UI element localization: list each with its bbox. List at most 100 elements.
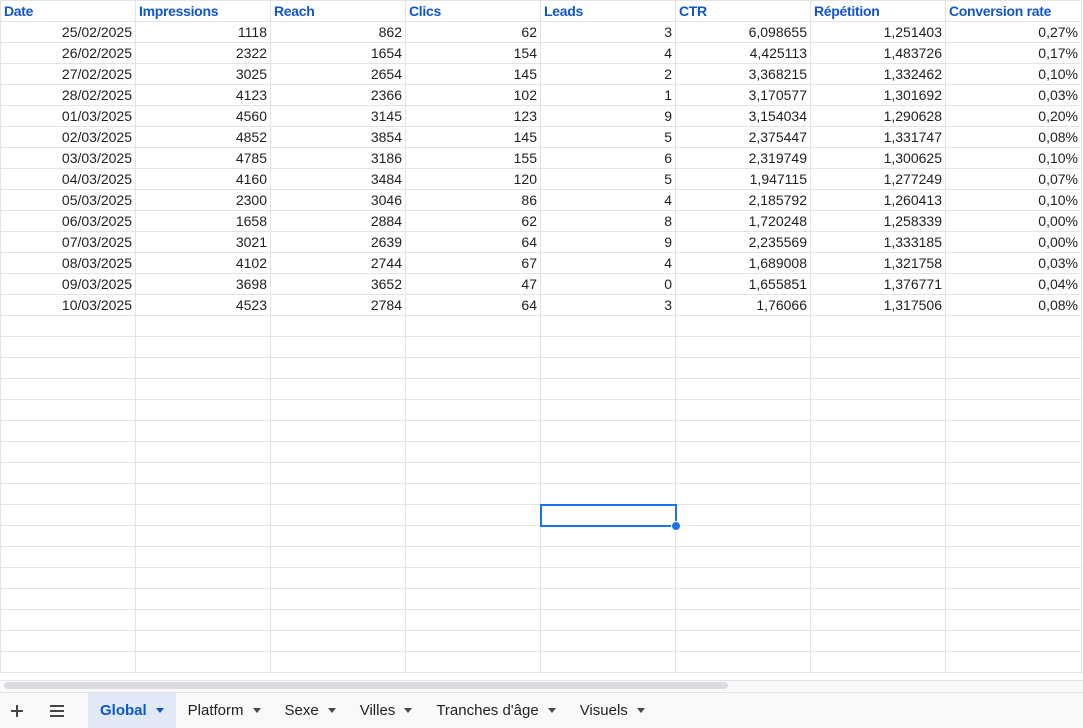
- table-cell[interactable]: [135, 504, 271, 526]
- sheet-tab[interactable]: Tranches d'âge: [424, 693, 567, 728]
- table-cell[interactable]: [810, 399, 946, 421]
- table-cell[interactable]: [270, 462, 406, 484]
- table-cell[interactable]: [540, 357, 676, 379]
- table-cell[interactable]: 1,376771: [810, 273, 946, 295]
- table-cell[interactable]: 86: [405, 189, 541, 211]
- table-cell[interactable]: [0, 315, 136, 337]
- table-cell[interactable]: [405, 504, 541, 526]
- table-cell[interactable]: 0,03%: [945, 252, 1082, 274]
- sheet-tab[interactable]: Villes: [348, 693, 425, 728]
- table-cell[interactable]: 01/03/2025: [0, 105, 136, 127]
- horizontal-scrollbar-thumb[interactable]: [4, 682, 728, 689]
- table-cell[interactable]: [540, 399, 676, 421]
- table-cell[interactable]: 154: [405, 42, 541, 64]
- table-cell[interactable]: 1,300625: [810, 147, 946, 169]
- table-cell[interactable]: [405, 399, 541, 421]
- table-cell[interactable]: [810, 336, 946, 358]
- table-cell[interactable]: [405, 630, 541, 652]
- table-cell[interactable]: 64: [405, 294, 541, 316]
- column-header-cell[interactable]: Conversion rate: [945, 0, 1082, 22]
- table-cell[interactable]: [270, 525, 406, 547]
- table-cell[interactable]: [810, 588, 946, 610]
- table-cell[interactable]: 0,10%: [945, 147, 1082, 169]
- table-cell[interactable]: [0, 378, 136, 400]
- add-sheet-button[interactable]: [0, 693, 34, 728]
- table-cell[interactable]: [945, 651, 1082, 673]
- table-cell[interactable]: [135, 441, 271, 463]
- table-cell[interactable]: 2,185792: [675, 189, 811, 211]
- table-cell[interactable]: 8: [540, 210, 676, 232]
- table-cell[interactable]: [135, 546, 271, 568]
- table-cell[interactable]: 145: [405, 126, 541, 148]
- table-cell[interactable]: 0,00%: [945, 210, 1082, 232]
- table-cell[interactable]: 1,277249: [810, 168, 946, 190]
- table-cell[interactable]: [135, 483, 271, 505]
- table-cell[interactable]: 0,17%: [945, 42, 1082, 64]
- table-cell[interactable]: 1,76066: [675, 294, 811, 316]
- table-cell[interactable]: 5: [540, 168, 676, 190]
- table-cell[interactable]: 3484: [270, 168, 406, 190]
- table-cell[interactable]: 3854: [270, 126, 406, 148]
- table-cell[interactable]: 4: [540, 252, 676, 274]
- table-cell[interactable]: 4785: [135, 147, 271, 169]
- table-cell[interactable]: 0,00%: [945, 231, 1082, 253]
- table-cell[interactable]: [540, 546, 676, 568]
- table-cell[interactable]: 102: [405, 84, 541, 106]
- table-cell[interactable]: 3: [540, 294, 676, 316]
- table-cell[interactable]: [270, 651, 406, 673]
- table-cell[interactable]: [135, 609, 271, 631]
- table-cell[interactable]: 07/03/2025: [0, 231, 136, 253]
- table-cell[interactable]: [945, 546, 1082, 568]
- table-cell[interactable]: [675, 588, 811, 610]
- table-cell[interactable]: 1118: [135, 21, 271, 43]
- table-cell[interactable]: [405, 462, 541, 484]
- table-cell[interactable]: [810, 420, 946, 442]
- table-cell[interactable]: [0, 441, 136, 463]
- table-cell[interactable]: 9: [540, 105, 676, 127]
- table-cell[interactable]: 5: [540, 126, 676, 148]
- sheet-tab[interactable]: Visuels: [568, 693, 657, 728]
- table-cell[interactable]: [135, 357, 271, 379]
- table-cell[interactable]: 1,947115: [675, 168, 811, 190]
- table-cell[interactable]: 09/03/2025: [0, 273, 136, 295]
- table-cell[interactable]: [270, 336, 406, 358]
- table-cell[interactable]: 4160: [135, 168, 271, 190]
- table-cell[interactable]: 4102: [135, 252, 271, 274]
- chevron-down-icon[interactable]: [327, 708, 336, 713]
- table-cell[interactable]: 0,08%: [945, 294, 1082, 316]
- table-cell[interactable]: [0, 504, 136, 526]
- table-cell[interactable]: [810, 357, 946, 379]
- table-cell[interactable]: [270, 441, 406, 463]
- table-cell[interactable]: [945, 315, 1082, 337]
- table-cell[interactable]: 1,331747: [810, 126, 946, 148]
- table-cell[interactable]: 0,08%: [945, 126, 1082, 148]
- table-cell[interactable]: 0,07%: [945, 168, 1082, 190]
- table-cell[interactable]: [270, 567, 406, 589]
- table-cell[interactable]: 2639: [270, 231, 406, 253]
- table-cell[interactable]: [540, 315, 676, 337]
- table-cell[interactable]: 0,27%: [945, 21, 1082, 43]
- table-cell[interactable]: [405, 651, 541, 673]
- table-cell[interactable]: [810, 462, 946, 484]
- table-cell[interactable]: 3652: [270, 273, 406, 295]
- table-cell[interactable]: 3145: [270, 105, 406, 127]
- table-cell[interactable]: [540, 651, 676, 673]
- table-cell[interactable]: [135, 651, 271, 673]
- table-cell[interactable]: [405, 336, 541, 358]
- table-cell[interactable]: [540, 630, 676, 652]
- table-cell[interactable]: [0, 651, 136, 673]
- table-cell[interactable]: [540, 462, 676, 484]
- table-cell[interactable]: 1,655851: [675, 273, 811, 295]
- table-cell[interactable]: 4852: [135, 126, 271, 148]
- table-cell[interactable]: 9: [540, 231, 676, 253]
- table-cell[interactable]: [810, 546, 946, 568]
- table-cell[interactable]: [945, 588, 1082, 610]
- table-cell[interactable]: [405, 546, 541, 568]
- table-cell[interactable]: [0, 483, 136, 505]
- table-cell[interactable]: 145: [405, 63, 541, 85]
- table-cell[interactable]: 0,04%: [945, 273, 1082, 295]
- table-cell[interactable]: 3,154034: [675, 105, 811, 127]
- table-cell[interactable]: [945, 420, 1082, 442]
- table-cell[interactable]: 1,317506: [810, 294, 946, 316]
- table-cell[interactable]: 3021: [135, 231, 271, 253]
